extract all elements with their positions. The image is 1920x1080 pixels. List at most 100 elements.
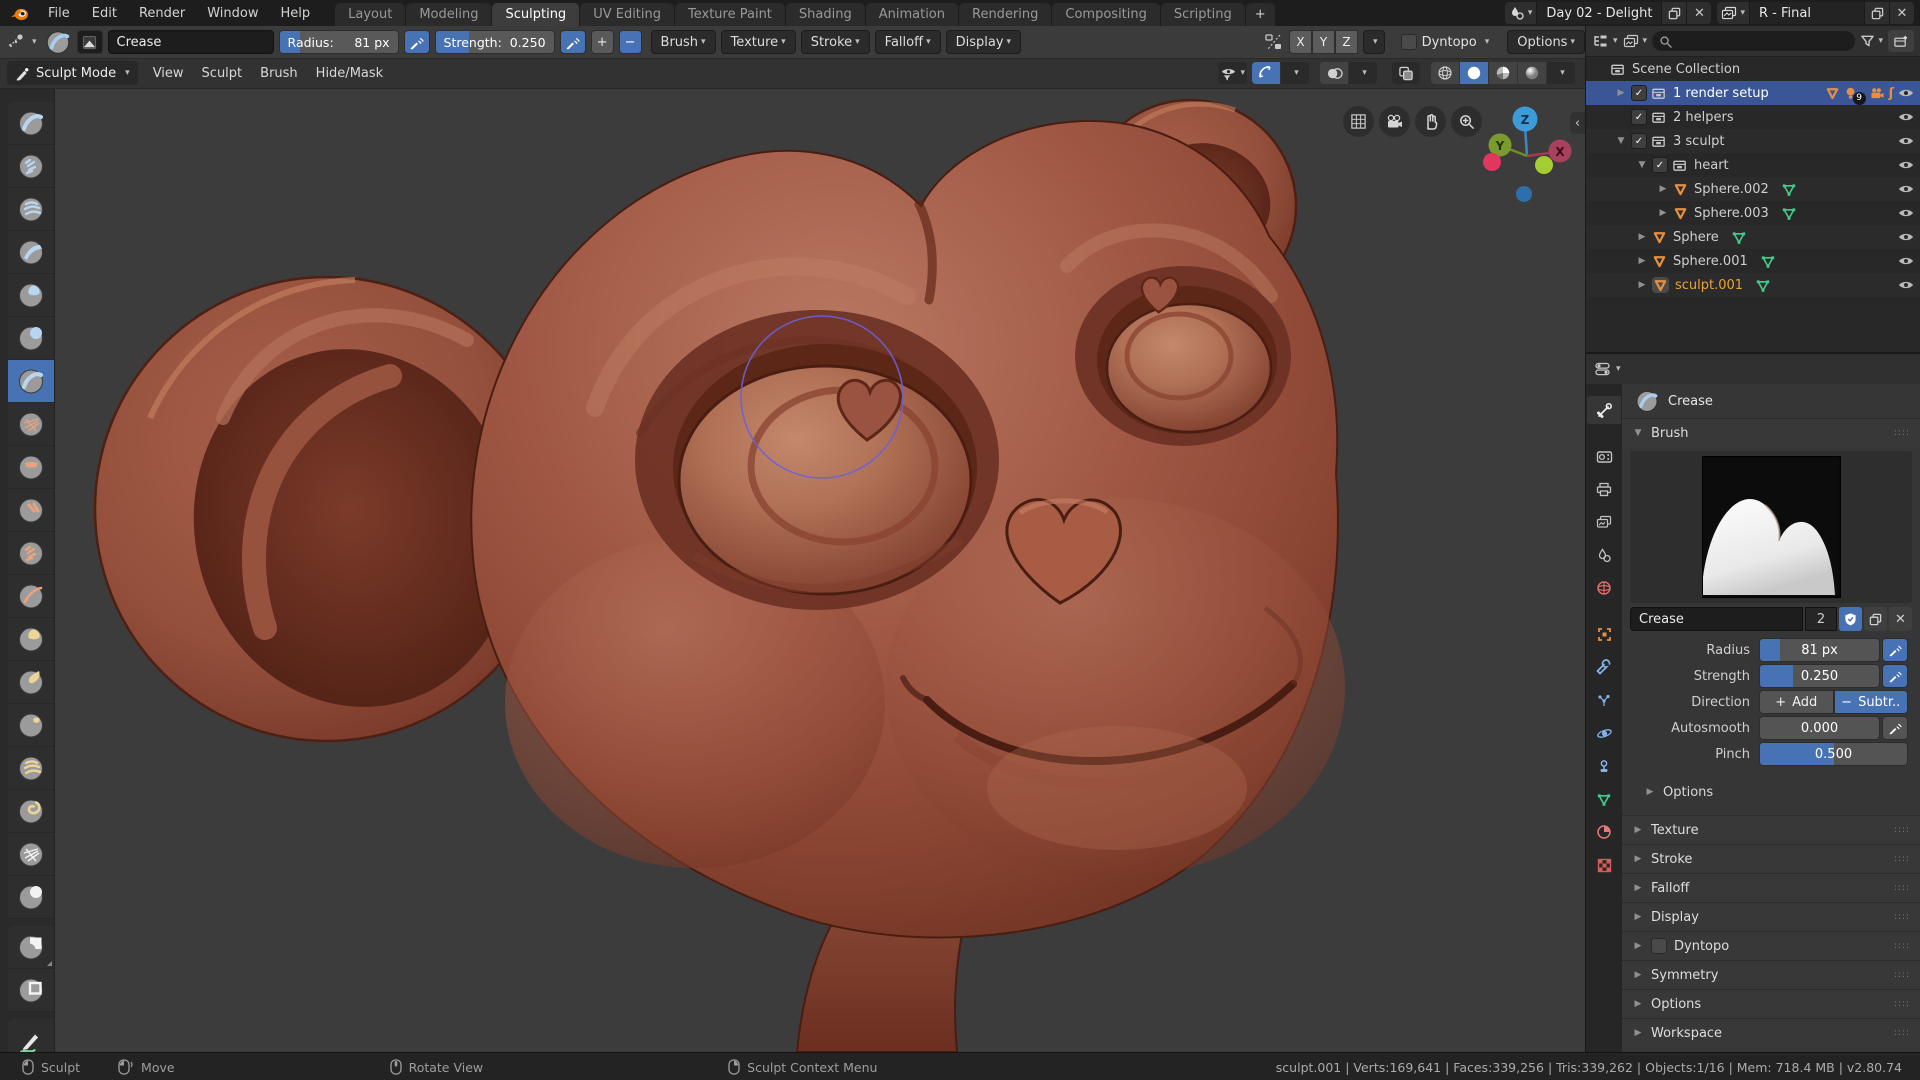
strength-slider[interactable]: Strength: 0.250 bbox=[434, 30, 555, 54]
properties-tab-modifiers[interactable] bbox=[1587, 653, 1621, 681]
disclosure-down-icon[interactable]: ▼ bbox=[1615, 136, 1627, 146]
orthographic-grid-button[interactable] bbox=[1343, 106, 1374, 137]
disclosure-right-icon[interactable]: ▶ bbox=[1636, 280, 1648, 290]
navigation-gizmo[interactable]: Z Y X bbox=[1463, 94, 1583, 213]
disclosure-right-icon[interactable]: ▶ bbox=[1636, 256, 1648, 266]
symmetry-dropdown-button[interactable]: ▾ bbox=[1363, 30, 1385, 54]
new-collection-button[interactable] bbox=[1888, 30, 1914, 52]
properties-tab-output[interactable] bbox=[1587, 475, 1621, 503]
autosmooth-slider[interactable]: 0.000 bbox=[1759, 716, 1880, 740]
outliner-row-2-helpers[interactable]: ✓ 2 helpers bbox=[1586, 105, 1920, 129]
tool-mask-button[interactable] bbox=[8, 876, 54, 919]
outliner-search-input[interactable] bbox=[1652, 31, 1856, 51]
viewport-menu-brush[interactable]: Brush bbox=[251, 66, 307, 81]
panel-drag-dots[interactable]: :::: bbox=[1894, 999, 1910, 1009]
outliner-row-sphere-002[interactable]: ▶ Sphere.002 bbox=[1586, 177, 1920, 201]
view-layer-browse-button[interactable]: ▾ bbox=[1717, 2, 1750, 24]
gizmo-x-neg-axis[interactable] bbox=[1483, 153, 1501, 171]
hide-in-viewport-eye-icon[interactable] bbox=[1898, 111, 1914, 123]
shading-solid-button[interactable] bbox=[1460, 62, 1488, 84]
panel-texture-header[interactable]: ▶ Texture:::: bbox=[1622, 815, 1920, 844]
panel-symmetry-header[interactable]: ▶ Symmetry:::: bbox=[1622, 960, 1920, 989]
brush-datablock-name-input[interactable]: Crease bbox=[1630, 607, 1803, 631]
panel-drag-dots[interactable]: :::: bbox=[1894, 912, 1910, 922]
properties-tab-view-layer[interactable] bbox=[1587, 508, 1621, 536]
gizmos-dropdown-button[interactable]: ▾ bbox=[1281, 62, 1309, 84]
tool-box-mask-button[interactable] bbox=[8, 926, 54, 969]
disclosure-right-icon[interactable]: ▶ bbox=[1657, 184, 1669, 194]
strength-pressure-toggle[interactable] bbox=[559, 30, 586, 54]
options-popover-button[interactable]: Options ▾ bbox=[1507, 30, 1585, 54]
tool-inflate-button[interactable] bbox=[8, 274, 54, 317]
properties-tab-object[interactable] bbox=[1587, 620, 1621, 648]
pan-view-button[interactable] bbox=[1415, 106, 1446, 137]
outliner-row-sphere-001[interactable]: ▶ Sphere.001 bbox=[1586, 249, 1920, 273]
collection-checkbox[interactable]: ✓ bbox=[1631, 109, 1647, 125]
panel-falloff-header[interactable]: ▶ Falloff:::: bbox=[1622, 873, 1920, 902]
properties-tab-physics[interactable] bbox=[1587, 719, 1621, 747]
mode-selector[interactable]: Sculpt Mode ▾ bbox=[7, 61, 138, 85]
properties-tab-data[interactable] bbox=[1587, 785, 1621, 813]
properties-tab-texture[interactable] bbox=[1587, 851, 1621, 879]
active-brush-icon[interactable] bbox=[44, 28, 72, 56]
properties-editor-type-icon[interactable]: ▾ bbox=[1594, 361, 1621, 377]
menu-render[interactable]: Render bbox=[128, 0, 196, 26]
shading-rendered-button[interactable] bbox=[1518, 62, 1546, 84]
hide-in-viewport-eye-icon[interactable] bbox=[1898, 207, 1914, 219]
radius-pressure-toggle[interactable] bbox=[403, 30, 430, 54]
disclosure-down-icon[interactable]: ▼ bbox=[1636, 160, 1648, 170]
symmetry-y-toggle[interactable]: Y bbox=[1312, 30, 1336, 54]
scene-unlink-button[interactable]: ✕ bbox=[1686, 2, 1712, 24]
dyntopo-checkbox[interactable] bbox=[1400, 34, 1417, 50]
tool-thumb-button[interactable] bbox=[8, 704, 54, 747]
view-layer-copy-button[interactable] bbox=[1864, 2, 1889, 24]
tool-box-hide-button[interactable] bbox=[8, 969, 54, 1012]
strength-slider[interactable]: 0.250 bbox=[1759, 664, 1880, 688]
tab-shading[interactable]: Shading bbox=[785, 3, 865, 26]
panel-display-header[interactable]: ▶ Display:::: bbox=[1622, 902, 1920, 931]
disclosure-right-icon[interactable]: ▶ bbox=[1657, 208, 1669, 218]
collection-checkbox[interactable]: ✓ bbox=[1631, 133, 1647, 149]
gizmo-y-neg-axis[interactable] bbox=[1535, 156, 1553, 174]
direction-add-button[interactable]: + bbox=[590, 30, 614, 54]
tool-scrape-button[interactable] bbox=[8, 532, 54, 575]
collection-checkbox[interactable]: ✓ bbox=[1631, 85, 1647, 101]
brush-texture-button[interactable] bbox=[76, 30, 103, 54]
brush-panel-header[interactable]: ▼ Brush :::: bbox=[1622, 418, 1920, 447]
panel-drag-dots[interactable]: :::: bbox=[1894, 970, 1910, 980]
properties-tab-material[interactable] bbox=[1587, 818, 1621, 846]
overlays-toggle-button[interactable] bbox=[1320, 62, 1348, 84]
collection-checkbox[interactable]: ✓ bbox=[1652, 157, 1668, 173]
sculpt-object[interactable] bbox=[93, 98, 1345, 1052]
hide-in-viewport-eye-icon[interactable] bbox=[1898, 279, 1914, 291]
sidebar-collapse-handle[interactable]: ‹ bbox=[1570, 112, 1585, 134]
scene-browse-button[interactable]: ▾ bbox=[1504, 2, 1538, 24]
properties-tab-render[interactable] bbox=[1587, 442, 1621, 470]
filter-icon[interactable]: ▾ bbox=[1860, 34, 1883, 48]
tool-blob-button[interactable] bbox=[8, 317, 54, 360]
properties-tab-tool[interactable] bbox=[1587, 396, 1621, 424]
menu-edit[interactable]: Edit bbox=[81, 0, 128, 26]
properties-tab-scene[interactable] bbox=[1587, 541, 1621, 569]
panel-dyntopo-header[interactable]: ▶ Dyntopo:::: bbox=[1622, 931, 1920, 960]
gizmos-toggle-button[interactable] bbox=[1252, 62, 1280, 84]
menu-file[interactable]: File bbox=[37, 0, 81, 26]
hide-in-viewport-eye-icon[interactable] bbox=[1898, 87, 1914, 99]
tool-snake-hook-button[interactable] bbox=[8, 661, 54, 704]
tab-texture-paint[interactable]: Texture Paint bbox=[675, 3, 785, 26]
tool-clay-strips-button[interactable] bbox=[8, 188, 54, 231]
brush-users-count[interactable]: 2 bbox=[1805, 607, 1837, 631]
panel-drag-dots[interactable]: :::: bbox=[1894, 825, 1910, 835]
gizmo-z-neg-axis[interactable] bbox=[1516, 186, 1532, 202]
tab-modeling[interactable]: Modeling bbox=[406, 3, 492, 26]
tool-smooth-button[interactable] bbox=[8, 403, 54, 446]
outliner-row-sculpt-001[interactable]: ▶ sculpt.001 bbox=[1586, 273, 1920, 297]
properties-tab-world[interactable] bbox=[1587, 574, 1621, 602]
shading-wireframe-button[interactable] bbox=[1431, 62, 1459, 84]
hide-in-viewport-eye-icon[interactable] bbox=[1898, 255, 1914, 267]
outliner-display-mode-icon[interactable]: ▾ bbox=[1623, 34, 1647, 49]
outliner-row-scene-collection[interactable]: Scene Collection bbox=[1586, 57, 1920, 81]
hide-in-viewport-eye-icon[interactable] bbox=[1898, 135, 1914, 147]
tool-fill-button[interactable] bbox=[8, 489, 54, 532]
viewport-menu-hide-mask[interactable]: Hide/Mask bbox=[307, 66, 393, 81]
